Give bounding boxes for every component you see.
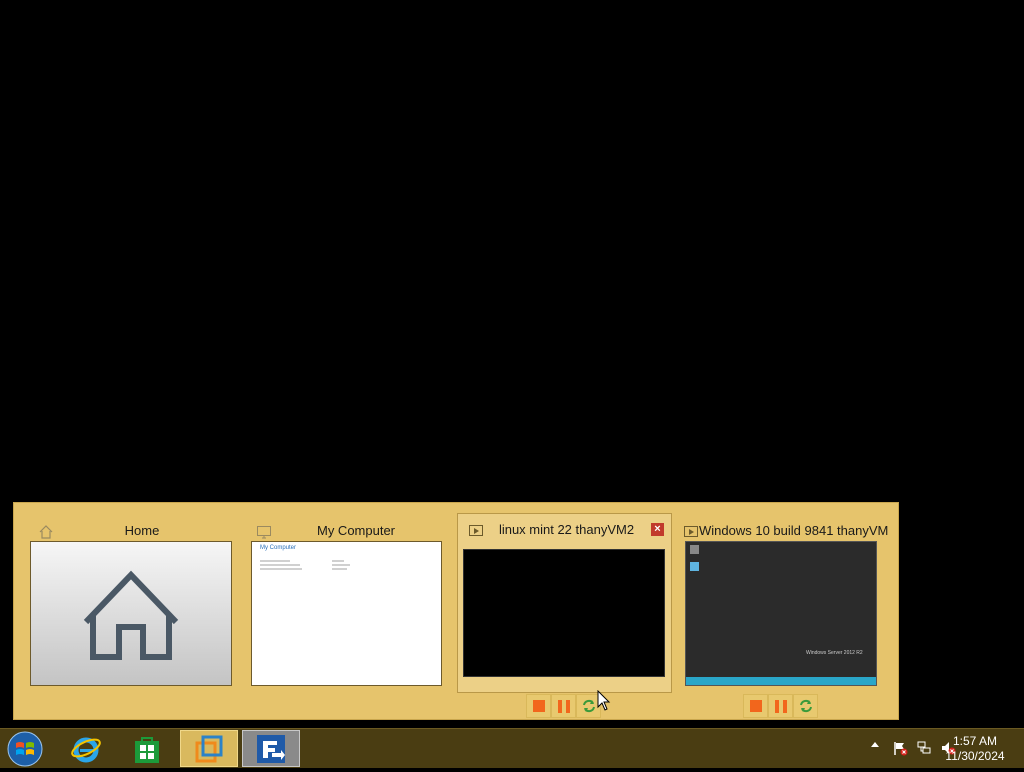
- thumbnail-home[interactable]: Home: [28, 515, 236, 691]
- preview-row: [332, 568, 347, 570]
- thumbnail-title: linux mint 22 thanyVM2: [498, 522, 635, 537]
- mouse-cursor-icon: [597, 690, 611, 711]
- system-tray: 1:57 AM 11/30/2024: [824, 729, 1024, 769]
- taskbar-internet-explorer[interactable]: [57, 730, 115, 767]
- thumbnail-title: Windows 10 build 9841 thanyVM1: [699, 523, 889, 538]
- thumbnail-preview: My Computer: [251, 541, 442, 686]
- home-icon: [83, 570, 179, 660]
- show-hidden-icons-button[interactable]: [871, 742, 879, 747]
- stop-button[interactable]: [526, 694, 551, 718]
- vm-icon: [469, 525, 483, 536]
- pause-button[interactable]: [768, 694, 793, 718]
- clock-date: 11/30/2024: [945, 749, 1005, 763]
- desktop-icon: [690, 562, 699, 571]
- preview-taskbar: [686, 677, 876, 685]
- close-button[interactable]: ×: [651, 523, 664, 536]
- clock-time: 1:57 AM: [952, 734, 998, 748]
- monitor-icon: [257, 526, 271, 539]
- thumbnail-linux-mint-vm[interactable]: linux mint 22 thanyVM2 ×: [457, 513, 672, 693]
- preview-row: [260, 564, 300, 566]
- pause-icon: [774, 699, 787, 713]
- preview-row: [332, 564, 350, 566]
- network-icon[interactable]: [916, 740, 932, 756]
- internet-explorer-icon: [71, 737, 101, 762]
- taskbar-thumbnail-flyout: Home My Computer My Computer linux mint …: [13, 502, 899, 720]
- stop-icon: [749, 700, 762, 712]
- preview-row: [332, 560, 344, 562]
- action-center-flag-icon[interactable]: [892, 740, 908, 756]
- pause-icon: [557, 699, 570, 713]
- pause-button[interactable]: [551, 694, 576, 718]
- clock[interactable]: 1:57 AM 11/30/2024: [940, 734, 1010, 764]
- desktop-icon: [690, 545, 699, 554]
- thumbnail-windows10-vm[interactable]: Windows 10 build 9841 thanyVM1 Windows S…: [679, 515, 889, 691]
- thumbnail-title: Home: [124, 523, 160, 538]
- vm-controls: [743, 694, 818, 718]
- taskbar-windows-store[interactable]: [118, 730, 176, 767]
- preview-heading: My Computer: [260, 545, 297, 551]
- vm-icon: [684, 526, 698, 537]
- taskbar-file-transfer-app[interactable]: [242, 730, 300, 767]
- restart-icon: [582, 699, 595, 713]
- thumbnail-preview: [30, 541, 232, 686]
- thumbnail-preview: Windows Server 2012 R2: [685, 541, 877, 686]
- windows-logo-text: Windows Server 2012 R2: [806, 650, 863, 656]
- windows-start-icon: [7, 731, 43, 767]
- thumbnail-my-computer[interactable]: My Computer My Computer: [246, 515, 446, 691]
- thumbnail-preview: [463, 549, 665, 677]
- vm-controls: [526, 694, 601, 718]
- taskbar-vmware-workstation[interactable]: [180, 730, 238, 767]
- stop-icon: [532, 700, 545, 712]
- taskbar: 1:57 AM 11/30/2024: [0, 728, 1024, 768]
- file-transfer-icon: [257, 734, 285, 763]
- restart-button[interactable]: [793, 694, 818, 718]
- thumbnail-title: My Computer: [316, 523, 396, 538]
- vmware-icon: [195, 735, 223, 762]
- preview-row: [260, 560, 290, 562]
- home-icon: [39, 525, 53, 539]
- windows-store-icon: [135, 736, 159, 763]
- stop-button[interactable]: [743, 694, 768, 718]
- preview-row: [260, 568, 302, 570]
- restart-icon: [799, 699, 812, 713]
- start-button[interactable]: [5, 731, 45, 767]
